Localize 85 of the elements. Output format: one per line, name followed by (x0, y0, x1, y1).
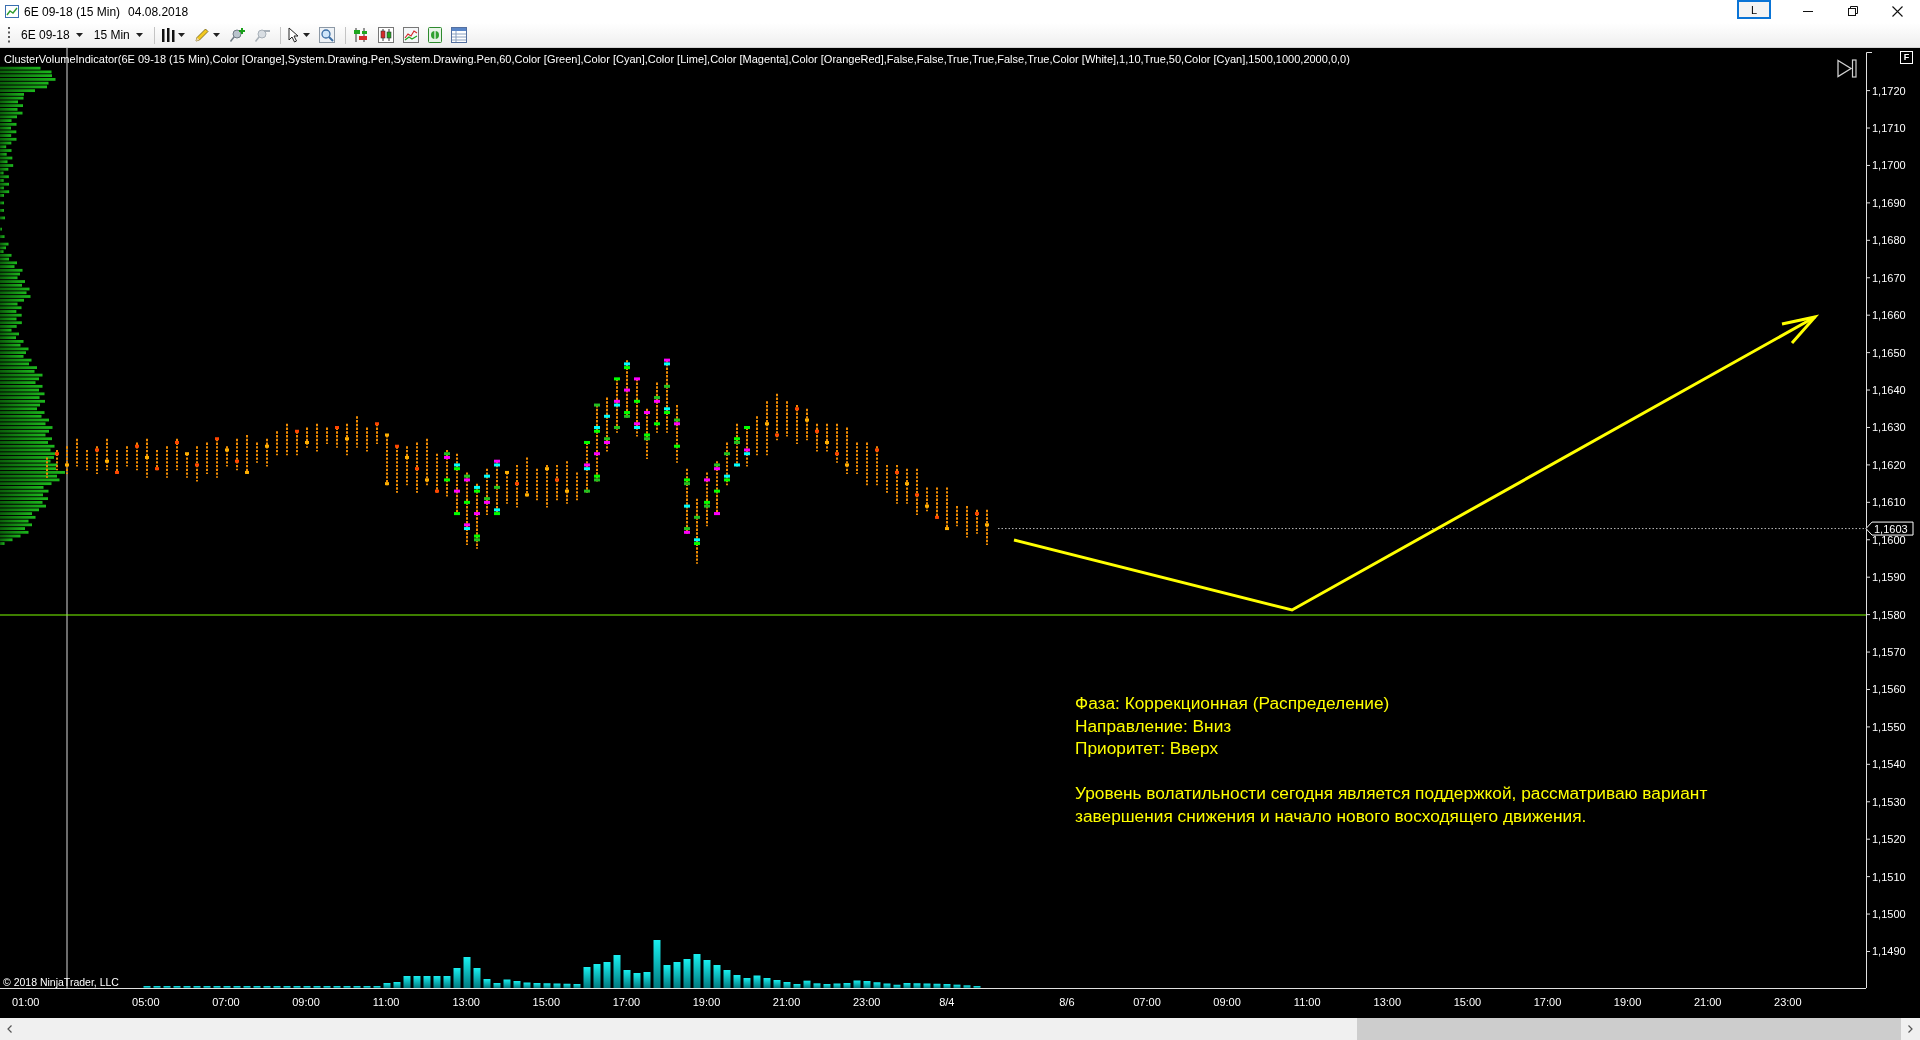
pin-plus-icon (228, 27, 245, 43)
coin-icon (427, 27, 442, 43)
time-label: 01:00 (11, 996, 40, 1008)
instrument-dropdown[interactable]: 6E 09-18 (17, 24, 87, 46)
price-label: 1,1680 (1872, 234, 1906, 247)
price-label: 1,1610 (1872, 496, 1906, 509)
scroll-left-icon[interactable] (7, 1025, 12, 1033)
time-label: 21:00 (1693, 996, 1722, 1008)
price-label: 1,1500 (1872, 908, 1906, 921)
annotation-line: Фаза: Коррекционная (Распределение) (1075, 692, 1391, 715)
pin-minus-icon (253, 27, 270, 43)
annotation-line: Приоритет: Вверх (1075, 737, 1220, 760)
last-price-tag: 1,1603 (1865, 521, 1914, 536)
cursor-icon (287, 27, 300, 43)
time-label: 8/6 (1059, 996, 1075, 1008)
time-label: 15:00 (1453, 996, 1482, 1008)
chart-date: 04.08.2018 (128, 4, 189, 19)
time-label: 05:00 (132, 996, 160, 1008)
price-label: 1,1640 (1872, 384, 1906, 397)
price-label: 1,1570 (1872, 646, 1906, 659)
price-label: 1,1540 (1872, 758, 1906, 771)
caret-icon (212, 33, 220, 37)
copyright-label: © 2018 NinjaTrader, LLC (3, 976, 119, 988)
candlestick-icon (377, 27, 394, 43)
indicator-label: ClusterVolumeIndicator(6E 09-18 (15 Min),Color [Orange],System.Drawing.Pen,System.Drawing.Pen,60,Color [Green],Color [Cyan],Color [Lime],Color [Magenta],Color [OrangeRed],False,False,True,True,False,True,Color [White],1,10,True,50,Color [Cyan],1500,1000,2000,0,0) (4, 53, 1350, 65)
time-label: 23:00 (1774, 996, 1802, 1008)
price-label: 1,1530 (1872, 795, 1906, 808)
grip-icon[interactable] (8, 27, 11, 43)
scroll-right-icon[interactable] (1908, 1025, 1913, 1033)
time-label: 07:00 (1133, 996, 1161, 1008)
restore-icon (1847, 6, 1858, 16)
chart-icon (5, 5, 19, 18)
time-label: 8/4 (939, 996, 955, 1008)
time-label: 13:00 (452, 996, 480, 1008)
corner-button[interactable]: F (1900, 51, 1913, 64)
bar-chart-icon (352, 27, 369, 43)
time-label: 07:00 (212, 996, 240, 1008)
price-label: 1,1660 (1872, 309, 1906, 322)
line-chart-icon (402, 27, 419, 43)
price-label: 1,1510 (1872, 870, 1906, 883)
price-label: 1,1490 (1872, 945, 1906, 958)
time-label: 17:00 (612, 996, 641, 1008)
caret-icon (302, 33, 310, 37)
minimize-icon (1802, 10, 1813, 12)
price-label: 1,1560 (1872, 683, 1906, 696)
time-label: 19:00 (1613, 996, 1642, 1008)
price-label: 1,1670 (1872, 271, 1906, 284)
pencil-icon (193, 27, 210, 43)
caret-icon (75, 33, 83, 37)
close-icon (1892, 5, 1903, 17)
window-title: 6E 09-18 (15 Min) (24, 4, 121, 19)
price-label: 1,1520 (1872, 833, 1906, 846)
price-label: 1,1590 (1872, 571, 1906, 584)
price-label: 1,1600 (1872, 533, 1906, 546)
annotation-line: Направление: Вниз (1075, 714, 1233, 738)
price-label: 1,1620 (1872, 458, 1906, 471)
skip-to-end-icon[interactable] (1837, 59, 1857, 78)
time-label: 21:00 (772, 996, 801, 1008)
annotation-note: Уровень волатильности сегодня является поддержкой, рассматриваю вариант завершения снижения и начало нового восходящего движения. (1075, 782, 1709, 828)
time-label: 09:00 (1213, 996, 1241, 1008)
caret-icon (135, 33, 143, 37)
price-label: 1,1650 (1872, 346, 1906, 359)
time-label: 23:00 (852, 996, 881, 1008)
time-label: 09:00 (292, 996, 320, 1008)
price-label: 1,1630 (1872, 421, 1906, 434)
price-label: 1,1580 (1872, 608, 1906, 621)
time-label: 17:00 (1533, 996, 1562, 1008)
scrollbar[interactable] (0, 1018, 1920, 1040)
magnifier-icon (318, 27, 335, 43)
time-label: 19:00 (692, 996, 721, 1008)
table-icon (450, 27, 467, 43)
price-label: 1,1700 (1872, 159, 1906, 172)
time-label: 13:00 (1373, 996, 1402, 1008)
price-label: 1,1550 (1872, 720, 1906, 733)
price-label: 1,1720 (1872, 84, 1906, 97)
time-label: 15:00 (532, 996, 561, 1008)
price-label: 1,1710 (1872, 122, 1906, 135)
time-label: 11:00 (1293, 996, 1321, 1008)
scrollbar-thumb[interactable] (1357, 1018, 1901, 1040)
link-button[interactable]: L (1737, 0, 1771, 19)
caret-icon (177, 33, 185, 37)
bars-icon (161, 27, 175, 43)
time-label: 11:00 (372, 996, 400, 1008)
interval-dropdown[interactable]: 15 Min (89, 24, 147, 46)
price-label: 1,1690 (1872, 196, 1906, 209)
